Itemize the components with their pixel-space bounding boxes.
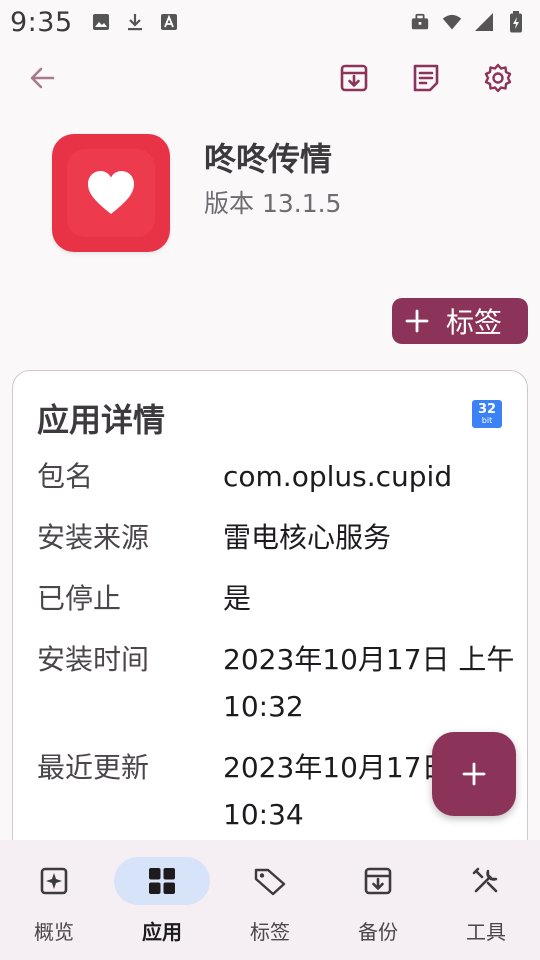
signal-icon	[474, 12, 494, 32]
row-label-stopped: 已停止	[37, 582, 122, 615]
overview-icon	[40, 867, 68, 895]
nav-label-tags: 标签	[250, 920, 290, 944]
status-icons-left	[91, 12, 179, 32]
heart-icon	[88, 171, 134, 214]
nav-label-backup: 备份	[358, 920, 398, 944]
app-version: 版本 13.1.5	[204, 189, 342, 218]
tools-icon	[472, 867, 498, 893]
app-name: 咚咚传情	[204, 140, 333, 178]
nav-item-apps[interactable]: 应用	[108, 840, 216, 960]
briefcase-icon	[410, 12, 430, 32]
app-header: 咚咚传情 版本 13.1.5	[0, 120, 540, 270]
bit-badge-unit: bit	[481, 416, 493, 425]
plus-icon	[462, 762, 486, 786]
nav-item-overview[interactable]: 概览	[0, 840, 108, 960]
app-icon	[52, 134, 170, 252]
font-icon	[159, 12, 179, 32]
bit-badge-number: 32	[477, 402, 497, 417]
nav-item-tools[interactable]: 工具	[432, 840, 540, 960]
row-value-package[interactable]: com.oplus.cupid	[223, 453, 523, 500]
apps-grid-icon	[149, 868, 175, 894]
status-icons-right	[410, 11, 526, 33]
backup-icon	[364, 867, 392, 895]
tag-icon	[254, 868, 286, 896]
nav-item-backup[interactable]: 备份	[324, 840, 432, 960]
add-tag-label: 标签	[446, 306, 503, 339]
row-value-stopped: 是	[223, 582, 252, 615]
bottom-navigation: 概览 应用 标签 备份 工具	[0, 840, 540, 960]
32bit-badge: 32 bit	[472, 400, 502, 428]
nav-item-tags[interactable]: 标签	[216, 840, 324, 960]
download-icon	[125, 12, 145, 32]
archive-icon[interactable]	[334, 58, 374, 98]
nav-label-tools: 工具	[466, 920, 506, 944]
row-label-last-update: 最近更新	[37, 751, 150, 784]
status-time: 9:35	[10, 6, 73, 38]
row-label-install-time: 安装时间	[37, 643, 150, 676]
add-tag-button[interactable]: 标签	[392, 298, 528, 344]
image-icon	[91, 12, 111, 32]
row-value-source: 雷电核心服务	[223, 521, 392, 554]
add-fab-button[interactable]	[432, 732, 516, 816]
top-app-bar	[0, 50, 540, 106]
wifi-icon	[442, 12, 462, 32]
battery-icon	[506, 11, 526, 33]
card-title: 应用详情	[37, 401, 166, 439]
status-bar: 9:35	[0, 0, 540, 44]
nav-label-overview: 概览	[34, 920, 74, 944]
back-arrow-icon[interactable]	[22, 58, 62, 98]
notes-icon[interactable]	[406, 58, 446, 98]
settings-gear-icon[interactable]	[478, 58, 518, 98]
row-value-install-time: 2023年10月17日 上午10:32	[223, 643, 515, 723]
row-label-source: 安装来源	[37, 521, 150, 554]
nav-label-apps: 应用	[142, 920, 182, 944]
plus-icon	[405, 309, 429, 333]
row-label-package: 包名	[37, 460, 94, 493]
